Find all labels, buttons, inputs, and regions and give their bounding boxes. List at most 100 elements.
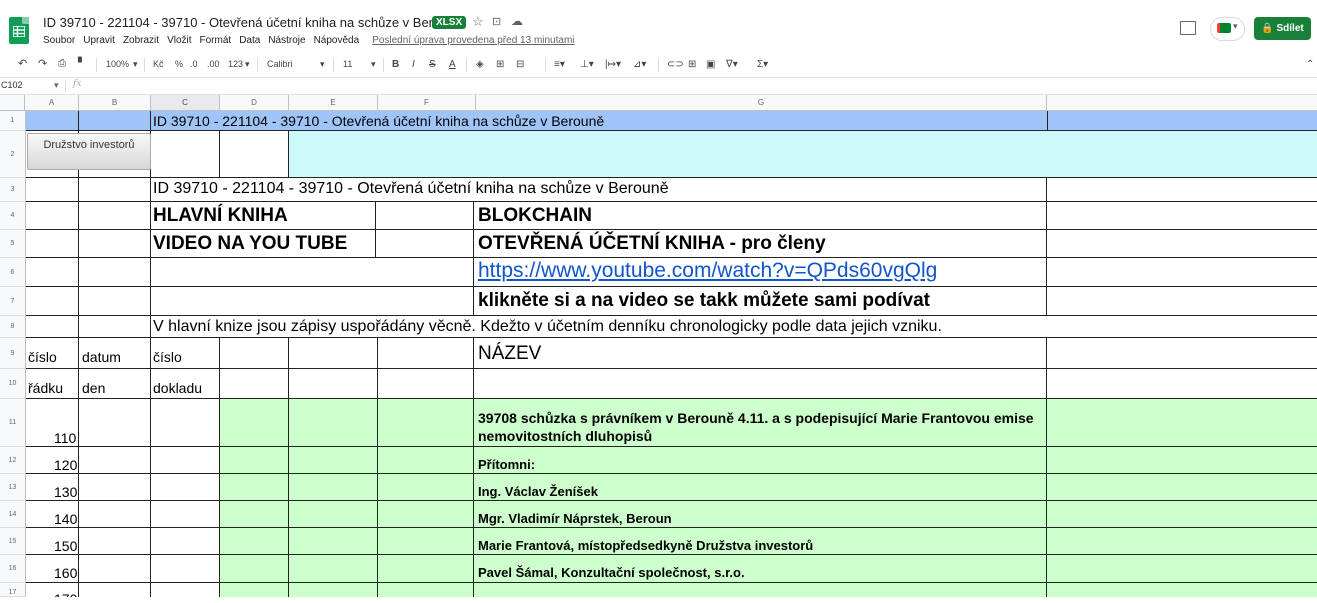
print-icon[interactable]: ⎙ [58, 58, 66, 69]
percent-button[interactable]: % [175, 59, 183, 69]
cell-a16: 160 [54, 565, 78, 581]
cloud-status-icon[interactable]: ☁ [511, 14, 523, 28]
menu-zobrazit[interactable]: Zobrazit [123, 35, 159, 46]
sheet-row: https://www.youtube.com/watch?v=QPds60vg… [26, 258, 1317, 287]
chevron-down-icon: ▾ [245, 59, 250, 69]
merge-cells-icon[interactable]: ⊟ [516, 59, 524, 70]
meet-button[interactable]: ▾ [1210, 17, 1245, 41]
horizontal-align-icon[interactable]: ≡▾ [554, 59, 565, 70]
vertical-align-icon[interactable]: ⊥▾ [580, 59, 594, 70]
cell-d2[interactable] [220, 131, 289, 178]
formula-bar: C102 ▾ fx [0, 78, 1317, 95]
text-color-icon[interactable]: A [449, 59, 456, 70]
row-header[interactable]: 7 [0, 287, 26, 316]
chevron-down-icon: ▾ [371, 59, 376, 69]
increase-decimals-button[interactable]: .00 [207, 59, 220, 69]
row-header[interactable]: 1 [0, 111, 26, 131]
cell-e2[interactable] [289, 131, 1317, 178]
row-header[interactable]: 14 [0, 501, 26, 528]
select-all-corner[interactable] [0, 95, 25, 110]
column-header-d[interactable]: D [220, 95, 289, 110]
last-edit-link[interactable]: Poslední úprava provedena před 13 minuta… [372, 35, 574, 46]
row-header[interactable]: 16 [0, 555, 26, 583]
star-icon[interactable]: ☆ [472, 14, 484, 30]
menu-bar: Soubor Upravit Zobrazit Vložit Formát Data Nás… [43, 35, 583, 46]
row-header[interactable]: 9 [0, 338, 26, 369]
font-size-select[interactable]: 11 [343, 59, 352, 69]
insert-comment-icon[interactable]: ⊞ [688, 59, 696, 70]
borders-icon[interactable]: ⊞ [496, 59, 504, 70]
column-header-g[interactable]: G [476, 95, 1047, 110]
row-header[interactable]: 13 [0, 474, 26, 501]
sheet-row: ID 39710 - 221104 - 39710 - Otevřená úče… [26, 178, 1317, 202]
cell-a14: 140 [54, 511, 78, 527]
row-header[interactable]: 6 [0, 258, 26, 287]
cell-a15: 150 [54, 538, 78, 554]
cell-c1: ID 39710 - 221104 - 39710 - Otevřená úče… [153, 113, 605, 129]
column-header-f[interactable]: F [378, 95, 476, 110]
redo-icon[interactable]: ↷ [38, 57, 47, 70]
share-button[interactable]: 🔒 Sdílet [1254, 17, 1311, 40]
fill-color-icon[interactable]: ◈ [476, 59, 484, 70]
font-select[interactable]: Calibri [267, 59, 293, 69]
row-header[interactable]: 2 [0, 131, 26, 178]
column-header-b[interactable]: B [79, 95, 151, 110]
row-header[interactable]: 17 [0, 583, 26, 597]
row-header[interactable]: 5 [0, 230, 26, 258]
column-header-e[interactable]: E [289, 95, 378, 110]
document-title[interactable]: ID 39710 - 221104 - 39710 - Otevřená úče… [43, 15, 462, 30]
row-header[interactable]: 11 [0, 399, 26, 447]
sheet-row: řádku den dokladu [26, 369, 1317, 399]
insert-link-icon[interactable]: ⊂⊃ [667, 59, 684, 70]
filter-icon[interactable]: ∇▾ [726, 59, 738, 70]
row-header[interactable]: 15 [0, 528, 26, 555]
zoom-select[interactable]: 100% [106, 59, 129, 69]
druzstvo-investoru-button[interactable]: Družstvo investorů [27, 133, 151, 170]
row-header[interactable]: 3 [0, 178, 26, 202]
menu-soubor[interactable]: Soubor [43, 35, 75, 46]
cell-g4: BLOKCHAIN [478, 205, 592, 226]
insert-chart-icon[interactable]: ▣ [706, 59, 715, 70]
text-rotation-icon[interactable]: ⊿▾ [633, 59, 646, 70]
decrease-decimals-button[interactable]: .0 [190, 59, 198, 69]
cell-g12: Přítomni: [478, 457, 536, 472]
cell-a12: 120 [54, 457, 78, 473]
number-format-button[interactable]: 123 [228, 59, 243, 69]
menu-upravit[interactable]: Upravit [83, 35, 115, 46]
cell-a9: číslo [28, 349, 57, 365]
chevron-down-icon: ▾ [133, 59, 138, 69]
title-bar: ID 39710 - 221104 - 39710 - Otevřená úče… [0, 0, 1317, 52]
bold-icon[interactable]: B [392, 59, 399, 70]
menu-data[interactable]: Data [239, 35, 260, 46]
chevron-down-icon: ▾ [54, 80, 59, 90]
column-header-c[interactable]: C [151, 95, 220, 110]
row-header[interactable]: 12 [0, 447, 26, 474]
menu-napoveda[interactable]: Nápověda [314, 35, 360, 46]
cell-c2[interactable] [151, 131, 220, 178]
currency-button[interactable]: Kč [153, 59, 164, 69]
column-header-a[interactable]: A [25, 95, 79, 110]
cell-c3: ID 39710 - 221104 - 39710 - Otevřená úče… [153, 180, 669, 197]
cell-g11: 39708 schůzka s právníkem v Berouně 4.11… [478, 410, 1034, 444]
row-header[interactable]: 10 [0, 369, 26, 399]
undo-icon[interactable]: ↶ [18, 57, 27, 70]
cell-c5: VIDEO NA YOU TUBE [153, 233, 348, 254]
italic-icon[interactable]: I [412, 59, 415, 70]
paint-format-icon[interactable]: ▘ [78, 58, 86, 69]
move-folder-icon[interactable]: ⊡ [492, 15, 501, 28]
functions-icon[interactable]: Σ▾ [757, 59, 768, 70]
youtube-link[interactable]: https://www.youtube.com/watch?v=QPds60vg… [478, 259, 937, 283]
menu-format[interactable]: Formát [200, 35, 232, 46]
strikethrough-icon[interactable]: S [429, 59, 436, 70]
row-header[interactable]: 4 [0, 202, 26, 230]
menu-vlozit[interactable]: Vložit [167, 35, 191, 46]
comment-history-icon[interactable] [1180, 21, 1196, 35]
sheet-row: 120 Přítomni: [26, 447, 1317, 474]
menu-nastroje[interactable]: Nástroje [268, 35, 305, 46]
row-header[interactable]: 8 [0, 316, 26, 338]
name-box[interactable]: C102 [1, 80, 23, 90]
collapse-toolbar-icon[interactable]: ⌃ [1306, 59, 1314, 70]
chevron-down-icon: ▾ [320, 59, 325, 69]
sheets-logo-icon[interactable] [9, 17, 29, 44]
text-wrap-icon[interactable]: |↦▾ [605, 59, 621, 70]
